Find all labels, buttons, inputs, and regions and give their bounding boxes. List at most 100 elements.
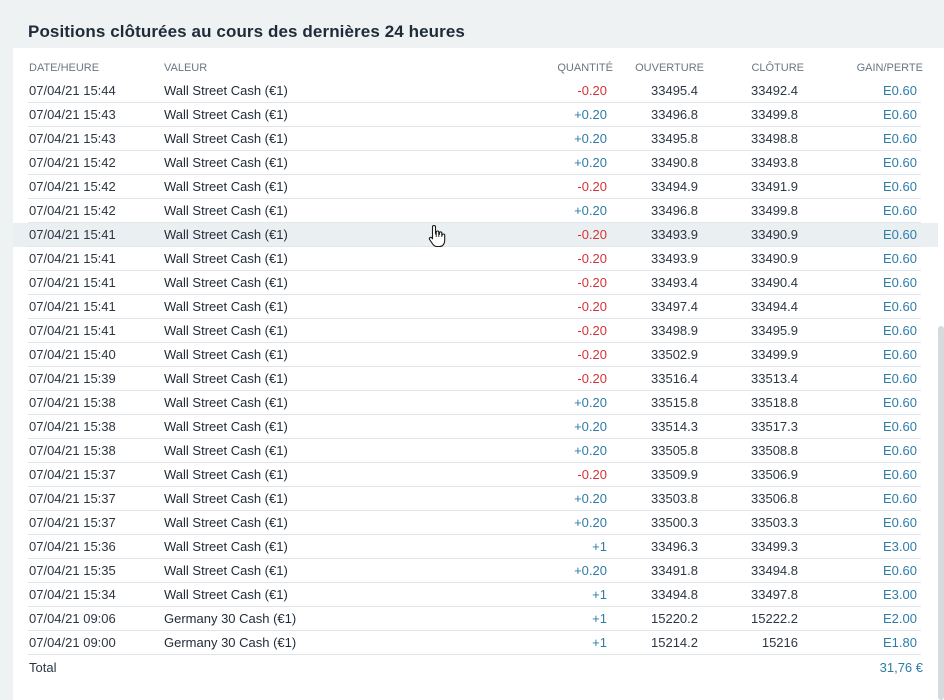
table-row[interactable]: 07/04/21 15:34 Wall Street Cash (€1) +1 334…: [13, 583, 938, 607]
cell-quantite: +1: [592, 611, 607, 626]
cell-ouverture: 33503.8: [651, 491, 698, 506]
cell-valeur: Wall Street Cash (€1): [164, 227, 288, 242]
cell-ouverture: 33493.9: [651, 251, 698, 266]
table-row[interactable]: 07/04/21 15:37 Wall Street Cash (€1) +0.20…: [13, 487, 938, 511]
cell-gain: E0.60: [883, 203, 917, 218]
cell-cloture: 33518.8: [751, 395, 798, 410]
table-row[interactable]: 07/04/21 15:41 Wall Street Cash (€1) -0.20…: [13, 247, 938, 271]
cell-quantite: +0.20: [574, 107, 607, 122]
cell-gain: E2.00: [883, 611, 917, 626]
cell-date: 07/04/21 15:41: [29, 251, 116, 266]
cell-quantite: -0.20: [577, 371, 607, 386]
cell-date: 07/04/21 15:41: [29, 299, 116, 314]
table-row[interactable]: 07/04/21 15:37 Wall Street Cash (€1) +0.20…: [13, 511, 938, 535]
table-row[interactable]: 07/04/21 15:41 Wall Street Cash (€1) -0.20…: [13, 271, 938, 295]
cell-cloture: 33499.8: [751, 203, 798, 218]
cell-gain: E0.60: [883, 467, 917, 482]
cell-gain: E0.60: [883, 131, 917, 146]
cell-ouverture: 33498.9: [651, 323, 698, 338]
cell-ouverture: 33496.8: [651, 203, 698, 218]
cell-valeur: Wall Street Cash (€1): [164, 395, 288, 410]
table-row[interactable]: 07/04/21 15:42 Wall Street Cash (€1) +0.20…: [13, 151, 938, 175]
cell-ouverture: 33494.9: [651, 179, 698, 194]
cell-gain: E0.60: [883, 227, 917, 242]
table-row[interactable]: 07/04/21 15:42 Wall Street Cash (€1) +0.20…: [13, 199, 938, 223]
table-row[interactable]: 07/04/21 15:38 Wall Street Cash (€1) +0.20…: [13, 391, 938, 415]
cell-gain: E0.60: [883, 515, 917, 530]
table-row[interactable]: 07/04/21 15:43 Wall Street Cash (€1) +0.20…: [13, 103, 938, 127]
col-header-ouverture[interactable]: OUVERTURE: [635, 62, 704, 74]
closed-positions-table: DATE/HEURE VALEUR QUANTITÉ OUVERTURE CLÔ…: [13, 48, 944, 700]
cell-ouverture: 33495.8: [651, 131, 698, 146]
cell-date: 07/04/21 15:34: [29, 587, 116, 602]
table-row[interactable]: 07/04/21 15:36 Wall Street Cash (€1) +1 334…: [13, 535, 938, 559]
col-header-gain[interactable]: GAIN/PERTE: [857, 62, 923, 74]
cell-cloture: 33492.4: [751, 83, 798, 98]
cell-ouverture: 33514.3: [651, 419, 698, 434]
table-row[interactable]: 07/04/21 15:41 Wall Street Cash (€1) -0.20…: [13, 319, 938, 343]
cell-quantite: -0.20: [577, 227, 607, 242]
cell-ouverture: 33516.4: [651, 371, 698, 386]
cell-valeur: Wall Street Cash (€1): [164, 443, 288, 458]
table-row[interactable]: 07/04/21 09:06 Germany 30 Cash (€1) +1 1522…: [13, 607, 938, 631]
cell-quantite: -0.20: [577, 347, 607, 362]
table-row[interactable]: 07/04/21 15:41 Wall Street Cash (€1) -0.20…: [13, 223, 938, 247]
cell-ouverture: 33493.9: [651, 227, 698, 242]
cell-gain: E0.60: [883, 83, 917, 98]
table-row[interactable]: 07/04/21 15:35 Wall Street Cash (€1) +0.20…: [13, 559, 938, 583]
total-label: Total: [29, 660, 57, 675]
cell-quantite: +1: [592, 635, 607, 650]
cell-date: 07/04/21 15:37: [29, 515, 116, 530]
cell-ouverture: 15220.2: [651, 611, 698, 626]
cell-cloture: 33513.4: [751, 371, 798, 386]
table-row[interactable]: 07/04/21 15:44 Wall Street Cash (€1) -0.20…: [13, 79, 938, 103]
table-row[interactable]: 07/04/21 09:00 Germany 30 Cash (€1) +1 1521…: [13, 631, 938, 655]
table-row[interactable]: 07/04/21 15:42 Wall Street Cash (€1) -0.20…: [13, 175, 938, 199]
table-row[interactable]: 07/04/21 15:38 Wall Street Cash (€1) +0.20…: [13, 415, 938, 439]
cell-quantite: +1: [592, 587, 607, 602]
cell-ouverture: 33496.3: [651, 539, 698, 554]
cell-cloture: 33499.9: [751, 347, 798, 362]
cell-cloture: 33490.9: [751, 251, 798, 266]
cell-valeur: Wall Street Cash (€1): [164, 563, 288, 578]
cell-gain: E0.60: [883, 251, 917, 266]
col-header-date[interactable]: DATE/HEURE: [29, 62, 99, 74]
cell-gain: E3.00: [883, 587, 917, 602]
cell-cloture: 15216: [761, 635, 798, 650]
scrollbar[interactable]: [938, 326, 944, 700]
table-row[interactable]: 07/04/21 15:39 Wall Street Cash (€1) -0.20…: [13, 367, 938, 391]
col-header-valeur[interactable]: VALEUR: [164, 62, 207, 74]
cell-cloture: 33490.4: [751, 275, 798, 290]
col-header-cloture[interactable]: CLÔTURE: [751, 62, 804, 74]
cell-date: 07/04/21 15:42: [29, 203, 116, 218]
cell-ouverture: 33496.8: [651, 107, 698, 122]
cell-valeur: Germany 30 Cash (€1): [164, 635, 297, 650]
cell-date: 07/04/21 15:36: [29, 539, 116, 554]
table-row[interactable]: 07/04/21 15:38 Wall Street Cash (€1) +0.20…: [13, 439, 938, 463]
cell-gain: E0.60: [883, 107, 917, 122]
cell-valeur: Wall Street Cash (€1): [164, 107, 288, 122]
cell-date: 07/04/21 15:38: [29, 419, 116, 434]
cell-cloture: 33490.9: [751, 227, 798, 242]
table-row[interactable]: 07/04/21 15:37 Wall Street Cash (€1) -0.20…: [13, 463, 938, 487]
total-value: 31,76 €: [879, 660, 923, 675]
cell-date: 07/04/21 09:00: [29, 635, 116, 650]
table-row[interactable]: 07/04/21 15:43 Wall Street Cash (€1) +0.20…: [13, 127, 938, 151]
cell-gain: E0.60: [883, 275, 917, 290]
cell-cloture: 33493.8: [751, 155, 798, 170]
cell-gain: E0.60: [883, 395, 917, 410]
cell-date: 07/04/21 15:37: [29, 467, 116, 482]
cell-date: 07/04/21 15:42: [29, 179, 116, 194]
table-row[interactable]: 07/04/21 15:40 Wall Street Cash (€1) -0.20…: [13, 343, 938, 367]
cell-valeur: Wall Street Cash (€1): [164, 491, 288, 506]
cell-date: 07/04/21 15:39: [29, 371, 116, 386]
cell-gain: E0.60: [883, 179, 917, 194]
cell-quantite: +0.20: [574, 419, 607, 434]
col-header-quantite[interactable]: QUANTITÉ: [557, 62, 613, 74]
cell-gain: E3.00: [883, 539, 917, 554]
cell-cloture: 33499.3: [751, 539, 798, 554]
cell-cloture: 33494.4: [751, 299, 798, 314]
cell-valeur: Wall Street Cash (€1): [164, 587, 288, 602]
table-row[interactable]: 07/04/21 15:41 Wall Street Cash (€1) -0.20…: [13, 295, 938, 319]
cell-quantite: -0.20: [577, 323, 607, 338]
